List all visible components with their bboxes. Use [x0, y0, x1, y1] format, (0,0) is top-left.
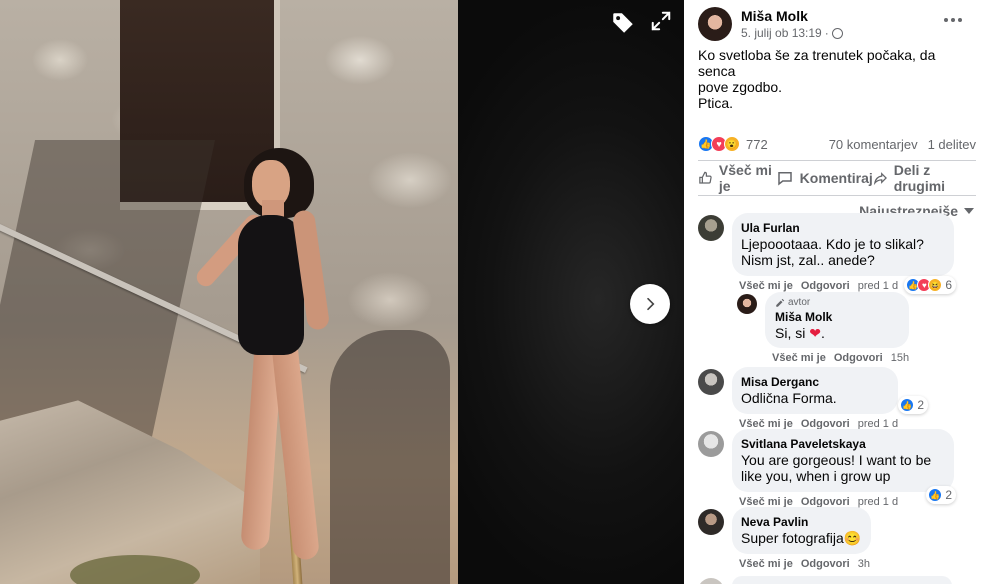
avatar[interactable] [698, 7, 732, 41]
comment-like-link[interactable]: Všeč mi je [739, 280, 793, 292]
author-badge: avtor [788, 297, 811, 308]
post-panel: Miša Molk 5. julij ob 13:19 · Ko svetlob… [684, 0, 990, 584]
comment: Ula Furlan Ljepoootaaa. Kdo je to slikal… [698, 213, 956, 294]
comment [698, 576, 952, 584]
post-timestamp[interactable]: 5. julij ob 13:19 [741, 25, 822, 41]
avatar[interactable] [698, 509, 724, 535]
comment-reaction-count: 2 [945, 488, 952, 502]
comment-bubble: Neva Pavlin Super fotografija😊 [732, 507, 872, 554]
pencil-icon [776, 298, 785, 307]
comment-bubble: avtor Miša Molk Si, si ❤. [765, 292, 910, 348]
avatar[interactable] [698, 578, 724, 584]
comment: Svitlana Paveletskaya You are gorgeous! … [698, 429, 956, 508]
haha-reaction-icon: 😆 [928, 278, 943, 292]
like-button[interactable]: Všeč mi je [698, 162, 776, 194]
comment-reply-link[interactable]: Odgovori [801, 558, 850, 570]
comment-reactions[interactable]: 👍 2 [898, 396, 929, 414]
commenter-name[interactable]: Misa Derganc [741, 374, 888, 390]
more-options-button[interactable] [942, 12, 964, 28]
avatar[interactable] [698, 431, 724, 457]
comment-text: Ljepoootaaa. Kdo je to slikal? Nism jst,… [741, 236, 924, 268]
comment-reply-link[interactable]: Odgovori [834, 352, 883, 364]
comment-count[interactable]: 70 komentarjev [829, 137, 918, 152]
heart-icon: ❤ [809, 325, 821, 341]
commenter-name[interactable]: Ula Furlan [741, 220, 944, 236]
author-name[interactable]: Miša Molk [741, 7, 843, 25]
share-count[interactable]: 1 delitev [928, 137, 976, 152]
post-stats: 👍 ♥ 😮 772 70 komentarjev 1 delitev [698, 134, 976, 154]
globe-icon [831, 27, 843, 39]
comment-time[interactable]: pred 1 d [858, 280, 898, 292]
like-button-label: Všeč mi je [718, 162, 772, 194]
comment-time[interactable]: 15h [891, 352, 909, 364]
post-text-line: Ptica. [698, 95, 734, 111]
avatar[interactable] [737, 294, 757, 314]
comment-reactions[interactable]: 👍 ♥ 😆 6 [904, 276, 956, 294]
comment-text: Super fotografija [741, 530, 844, 546]
comment-like-link[interactable]: Všeč mi je [739, 558, 793, 570]
post-text-line: Ko svetloba še za trenutek počaka, da se… [698, 47, 936, 79]
tag-icon[interactable] [608, 8, 638, 38]
wow-reaction-icon: 😮 [724, 136, 740, 152]
comment-bubble [732, 576, 952, 584]
share-button-label: Deli z drugimi [893, 162, 946, 194]
chevron-down-icon [964, 208, 974, 214]
comment-bubble: Ula Furlan Ljepoootaaa. Kdo je to slikal… [732, 213, 956, 294]
comment: Misa Derganc Odlična Forma. 👍 2 Všeč mi … [698, 367, 929, 430]
like-reaction-icon: 👍 [900, 398, 915, 412]
comment-reaction-count: 6 [945, 278, 952, 292]
avatar[interactable] [698, 369, 724, 395]
comment-text: Si, si [775, 325, 806, 341]
post-photo[interactable] [0, 0, 458, 584]
reaction-count: 772 [746, 136, 768, 152]
comment-button-label: Komentiraj [799, 170, 873, 186]
commenter-name[interactable]: Neva Pavlin [741, 514, 861, 530]
post-header: Miša Molk 5. julij ob 13:19 · [698, 0, 976, 44]
chevron-right-icon [647, 297, 655, 311]
photo-figure-swimsuit [238, 215, 304, 355]
comment-icon [777, 172, 792, 186]
more-icon [944, 18, 948, 22]
comment-time[interactable]: 3h [858, 558, 870, 570]
share-button[interactable]: Deli z drugimi [873, 162, 970, 194]
photo-shadow-figure [330, 330, 450, 584]
post-text: Ko svetloba še za trenutek počaka, da se… [698, 47, 974, 111]
expand-icon[interactable] [648, 8, 674, 34]
comment-reply: avtor Miša Molk Si, si ❤. Všeč mi je Odg… [737, 292, 910, 364]
next-photo-button[interactable] [630, 284, 670, 324]
comment-reactions[interactable]: 👍 2 [926, 486, 956, 504]
commenter-name[interactable]: Miša Molk [775, 309, 899, 325]
post-text-line: pove zgodbo. [698, 79, 783, 95]
post-actions: Všeč mi je Komentiraj Deli z drugimi [698, 161, 976, 195]
like-reaction-icon: 👍 [928, 488, 943, 502]
comment-reaction-count: 2 [917, 398, 925, 412]
comment-button[interactable]: Komentiraj [776, 169, 873, 187]
comment-text: You are gorgeous! I want to be like you,… [741, 452, 932, 484]
comment-reply-link[interactable]: Odgovori [801, 280, 850, 292]
share-icon [873, 172, 887, 186]
photo-figure-leg [270, 329, 320, 561]
photo-viewer [0, 0, 684, 584]
comment-bubble: Misa Derganc Odlična Forma. 👍 2 [732, 367, 929, 414]
smile-emoji-icon: 😊 [843, 530, 862, 546]
avatar[interactable] [698, 215, 724, 241]
reaction-summary[interactable]: 👍 ♥ 😮 772 [698, 136, 768, 152]
divider [698, 195, 976, 196]
commenter-name[interactable]: Svitlana Paveletskaya [741, 436, 944, 452]
comment: Neva Pavlin Super fotografija😊 Všeč mi j… [698, 507, 872, 570]
comment-like-link[interactable]: Všeč mi je [772, 352, 826, 364]
comment-text: Odlična Forma. [741, 390, 837, 406]
comment-bubble: Svitlana Paveletskaya You are gorgeous! … [732, 429, 956, 504]
thumbs-up-icon [699, 171, 712, 184]
